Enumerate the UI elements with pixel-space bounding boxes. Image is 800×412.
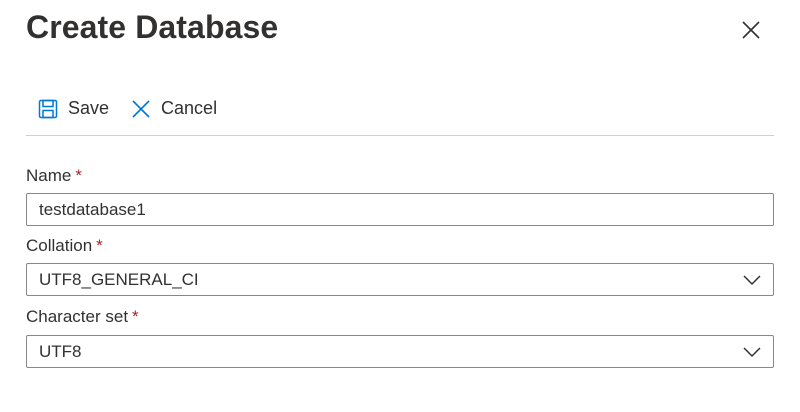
charset-selected-value: UTF8 xyxy=(39,341,82,361)
charset-dropdown[interactable]: UTF8 xyxy=(26,335,774,368)
required-marker: * xyxy=(132,307,139,326)
name-field-label: Name * xyxy=(26,166,82,185)
required-marker: * xyxy=(96,236,103,255)
create-database-panel: Create Database Save Cancel Name * testd… xyxy=(0,0,800,412)
collation-field-label: Collation * xyxy=(26,236,103,255)
chevron-down-icon xyxy=(743,274,761,286)
charset-field-label: Character set * xyxy=(26,307,139,326)
collation-dropdown[interactable]: UTF8_GENERAL_CI xyxy=(26,263,774,296)
close-button[interactable] xyxy=(734,14,768,48)
command-bar: Save Cancel xyxy=(26,92,774,136)
page-title: Create Database xyxy=(26,9,279,45)
chevron-down-icon xyxy=(743,346,761,358)
name-field[interactable] xyxy=(26,193,774,226)
close-icon xyxy=(741,20,761,43)
cancel-button[interactable]: Cancel xyxy=(121,92,229,126)
save-label: Save xyxy=(68,98,110,118)
name-input[interactable] xyxy=(39,199,761,220)
required-marker: * xyxy=(75,166,82,185)
collation-selected-value: UTF8_GENERAL_CI xyxy=(39,269,199,289)
cancel-icon xyxy=(131,99,151,119)
cancel-label: Cancel xyxy=(161,98,218,118)
save-icon xyxy=(38,99,58,119)
save-button[interactable]: Save xyxy=(26,92,121,126)
